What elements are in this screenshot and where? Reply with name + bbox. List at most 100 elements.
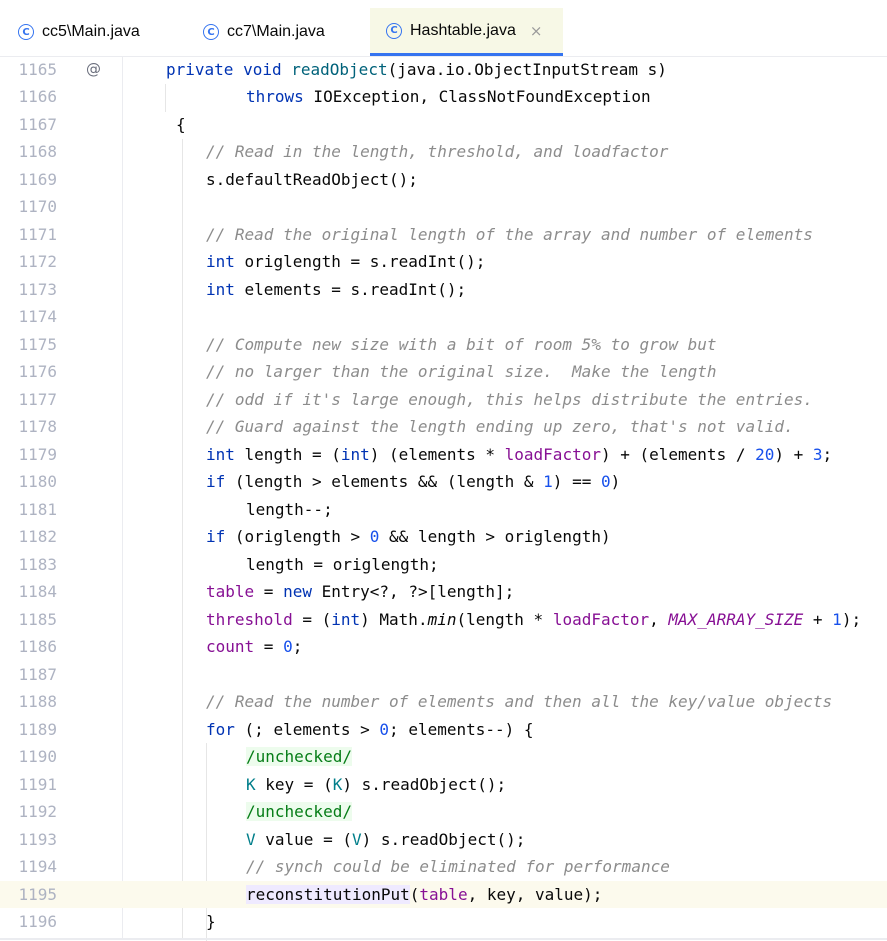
line-number: 1192 xyxy=(18,802,57,821)
code-line[interactable]: 1170 xyxy=(0,193,887,221)
code-text: length = origlength; xyxy=(246,551,439,579)
code-token: + xyxy=(803,609,833,629)
code-line[interactable]: 1174 xyxy=(0,303,887,331)
code-line[interactable]: 1179 int length = (int) (elements * loadF… xyxy=(0,441,887,469)
code-text: } xyxy=(206,908,216,936)
code-line[interactable]: 1190/unchecked/ xyxy=(0,743,887,771)
line-number: 1178 xyxy=(18,417,57,436)
line-number: 1173 xyxy=(18,279,57,299)
code-token: (length > elements && (length & xyxy=(225,472,544,491)
code-token: ) Math. xyxy=(360,609,428,629)
line-number: 1188 xyxy=(18,692,57,711)
code-line[interactable]: 1195 reconstitutionPut(table, key, value)… xyxy=(0,880,887,908)
code-token: new xyxy=(283,582,312,601)
code-token: ) s.readObject(); xyxy=(361,829,526,849)
code-line[interactable]: 1184 table = new Entry<?, ?>[length]; xyxy=(0,578,887,606)
code-line[interactable]: 1173 int elements = s.readInt(); xyxy=(0,276,887,304)
code-line[interactable]: 1180 if (length > elements && (length & 1… xyxy=(0,468,887,496)
code-line[interactable]: 1187 xyxy=(0,661,887,689)
code-line[interactable]: 1186 count = 0; xyxy=(0,633,887,661)
code-token: 0 xyxy=(379,719,390,739)
code-token: ; xyxy=(822,444,833,464)
code-token: = ( xyxy=(292,609,332,629)
code-line[interactable]: 1165 @ private void readObject(java.io.Obj… xyxy=(0,56,887,84)
code-line[interactable]: 1172 int origlength = s.readInt(); xyxy=(0,248,887,276)
tab-cc7-main[interactable]: C cc7\Main.java xyxy=(193,8,363,56)
code-line[interactable]: 1175 // Compute new size with a bit of ro… xyxy=(0,331,887,359)
code-line[interactable]: 1183 length = origlength; xyxy=(0,551,887,579)
code-line[interactable]: 1177 // odd if it's large enough, this he… xyxy=(0,386,887,414)
code-token: 0 xyxy=(369,527,380,546)
line-number: 1195 xyxy=(18,884,57,904)
line-number: 1167 xyxy=(18,114,57,134)
java-class-icon: C xyxy=(386,22,402,39)
line-number: 1186 xyxy=(18,637,57,656)
code-text: // no larger than the original size. Mak… xyxy=(206,358,717,386)
code-token: // Read the number of elements and then … xyxy=(206,692,833,711)
code-text: /unchecked/ xyxy=(246,798,352,826)
code-line[interactable]: 1193 V value = (V) s.readObject(); xyxy=(0,826,887,854)
code-line[interactable]: 1181 length--; xyxy=(0,496,887,524)
line-number: 1181 xyxy=(18,499,57,519)
code-line[interactable]: 1178 // Guard against the length ending u… xyxy=(0,413,887,441)
line-number: 1174 xyxy=(18,307,57,326)
code-token: MAX_ARRAY_SIZE xyxy=(668,609,804,629)
code-line[interactable]: 1189 for (; elements > 0; elements--) { xyxy=(0,716,887,744)
code-text: K key = (K) s.readObject(); xyxy=(246,771,506,799)
close-icon[interactable]: × xyxy=(530,22,543,40)
line-number: 1172 xyxy=(18,252,57,271)
code-token: for xyxy=(206,719,235,739)
code-text: int elements = s.readInt(); xyxy=(206,276,466,304)
code-line[interactable]: 1196} xyxy=(0,908,887,936)
code-text: // Read the original length of the array… xyxy=(206,221,813,249)
code-token: throws xyxy=(246,87,304,106)
code-token: // odd if it's large enough, this helps … xyxy=(206,389,813,409)
code-text: if (origlength > 0 && length > origlengt… xyxy=(206,523,611,551)
code-text: // Guard against the length ending up ze… xyxy=(206,413,794,441)
tab-label: Hashtable.java xyxy=(410,21,516,39)
code-line[interactable]: 1182 if (origlength > 0 && length > origl… xyxy=(0,523,887,551)
code-line[interactable]: 1176 // no larger than the original size.… xyxy=(0,358,887,386)
code-text: length--; xyxy=(246,496,333,524)
override-marker-icon[interactable]: @ xyxy=(86,56,101,84)
code-line[interactable]: 1166 throws IOException, ClassNotFoundExc… xyxy=(0,83,887,111)
code-line[interactable]: 1167 { xyxy=(0,111,887,139)
code-text: for (; elements > 0; elements--) { xyxy=(206,716,534,744)
code-token: && length > origlength) xyxy=(379,527,611,546)
code-line[interactable]: 1191 K key = (K) s.readObject(); xyxy=(0,771,887,799)
code-token: int xyxy=(206,279,235,299)
code-line[interactable]: 1171 // Read the original length of the a… xyxy=(0,221,887,249)
code-token: ) s.readObject(); xyxy=(342,774,507,794)
code-text: // synch could be eliminated for perform… xyxy=(246,853,670,881)
code-line[interactable]: 1169 s.defaultReadObject(); xyxy=(0,166,887,194)
code-token: , key, value); xyxy=(467,884,603,904)
code-text: /unchecked/ xyxy=(246,743,352,771)
line-number: 1182 xyxy=(18,527,57,546)
code-line[interactable]: 1168 // Read in the length, threshold, an… xyxy=(0,138,887,166)
code-token: if xyxy=(206,527,226,546)
code-token: // Read the original length of the array… xyxy=(206,224,813,244)
code-line[interactable]: 1188 // Read the number of elements and t… xyxy=(0,688,887,716)
code-token: // Read in the length, threshold, and lo… xyxy=(206,142,669,161)
code-token: V xyxy=(351,829,362,849)
code-token: 1 xyxy=(543,472,553,491)
code-token: { xyxy=(176,114,186,134)
line-number: 1179 xyxy=(18,444,57,464)
code-text: V value = (V) s.readObject(); xyxy=(246,826,525,854)
code-token: origlength = s.readInt(); xyxy=(234,252,486,271)
code-text: count = 0; xyxy=(206,633,302,661)
line-number: 1193 xyxy=(18,829,57,849)
tab-cc5-main[interactable]: C cc5\Main.java xyxy=(8,8,178,56)
code-line[interactable]: 1194 // synch could be eliminated for per… xyxy=(0,853,887,881)
code-editor[interactable]: 1165 @ private void readObject(java.io.Obj… xyxy=(0,56,887,941)
code-line[interactable]: 1185 threshold = (int) Math.min(length * … xyxy=(0,606,887,634)
code-line[interactable]: 1192/unchecked/ xyxy=(0,798,887,826)
tab-hashtable[interactable]: C Hashtable.java × xyxy=(370,8,563,56)
line-number: 1189 xyxy=(18,719,57,739)
code-token: int xyxy=(206,252,235,271)
code-token: Entry<?, ?>[length]; xyxy=(311,582,515,601)
code-token: ); xyxy=(841,609,862,629)
tab-label: cc7\Main.java xyxy=(227,23,325,40)
code-token: (length * xyxy=(456,609,553,629)
